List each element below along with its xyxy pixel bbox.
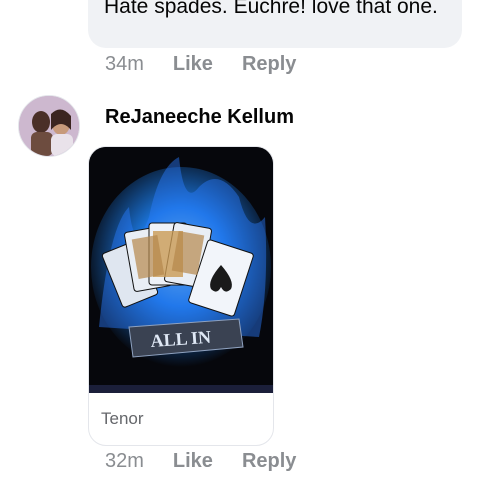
previous-comment-like-button[interactable]: Like [173,53,213,76]
comment-actions: 32m Like Reply [105,450,325,473]
previous-comment-timestamp: 34m [105,53,144,75]
gif-image[interactable]: ALL IN [89,147,273,393]
comment-reply-button[interactable]: Reply [242,450,296,473]
commenter-avatar[interactable] [18,95,80,157]
comment-like-button[interactable]: Like [173,450,213,473]
gif-attachment[interactable]: ALL IN Tenor [88,146,274,446]
previous-comment-actions: 34m Like Reply [105,53,325,76]
previous-comment-reply-button[interactable]: Reply [242,53,296,76]
gif-caption: ALL IN [150,327,212,351]
gif-image-icon: ALL IN [89,147,273,393]
avatar-photo-icon [19,96,79,156]
commenter-name[interactable]: ReJaneeche Kellum [105,106,294,129]
previous-comment-text: Hate spades. Euchre! love that one. [104,0,438,18]
gif-source-label[interactable]: Tenor [101,409,144,429]
comment-timestamp: 32m [105,450,144,472]
